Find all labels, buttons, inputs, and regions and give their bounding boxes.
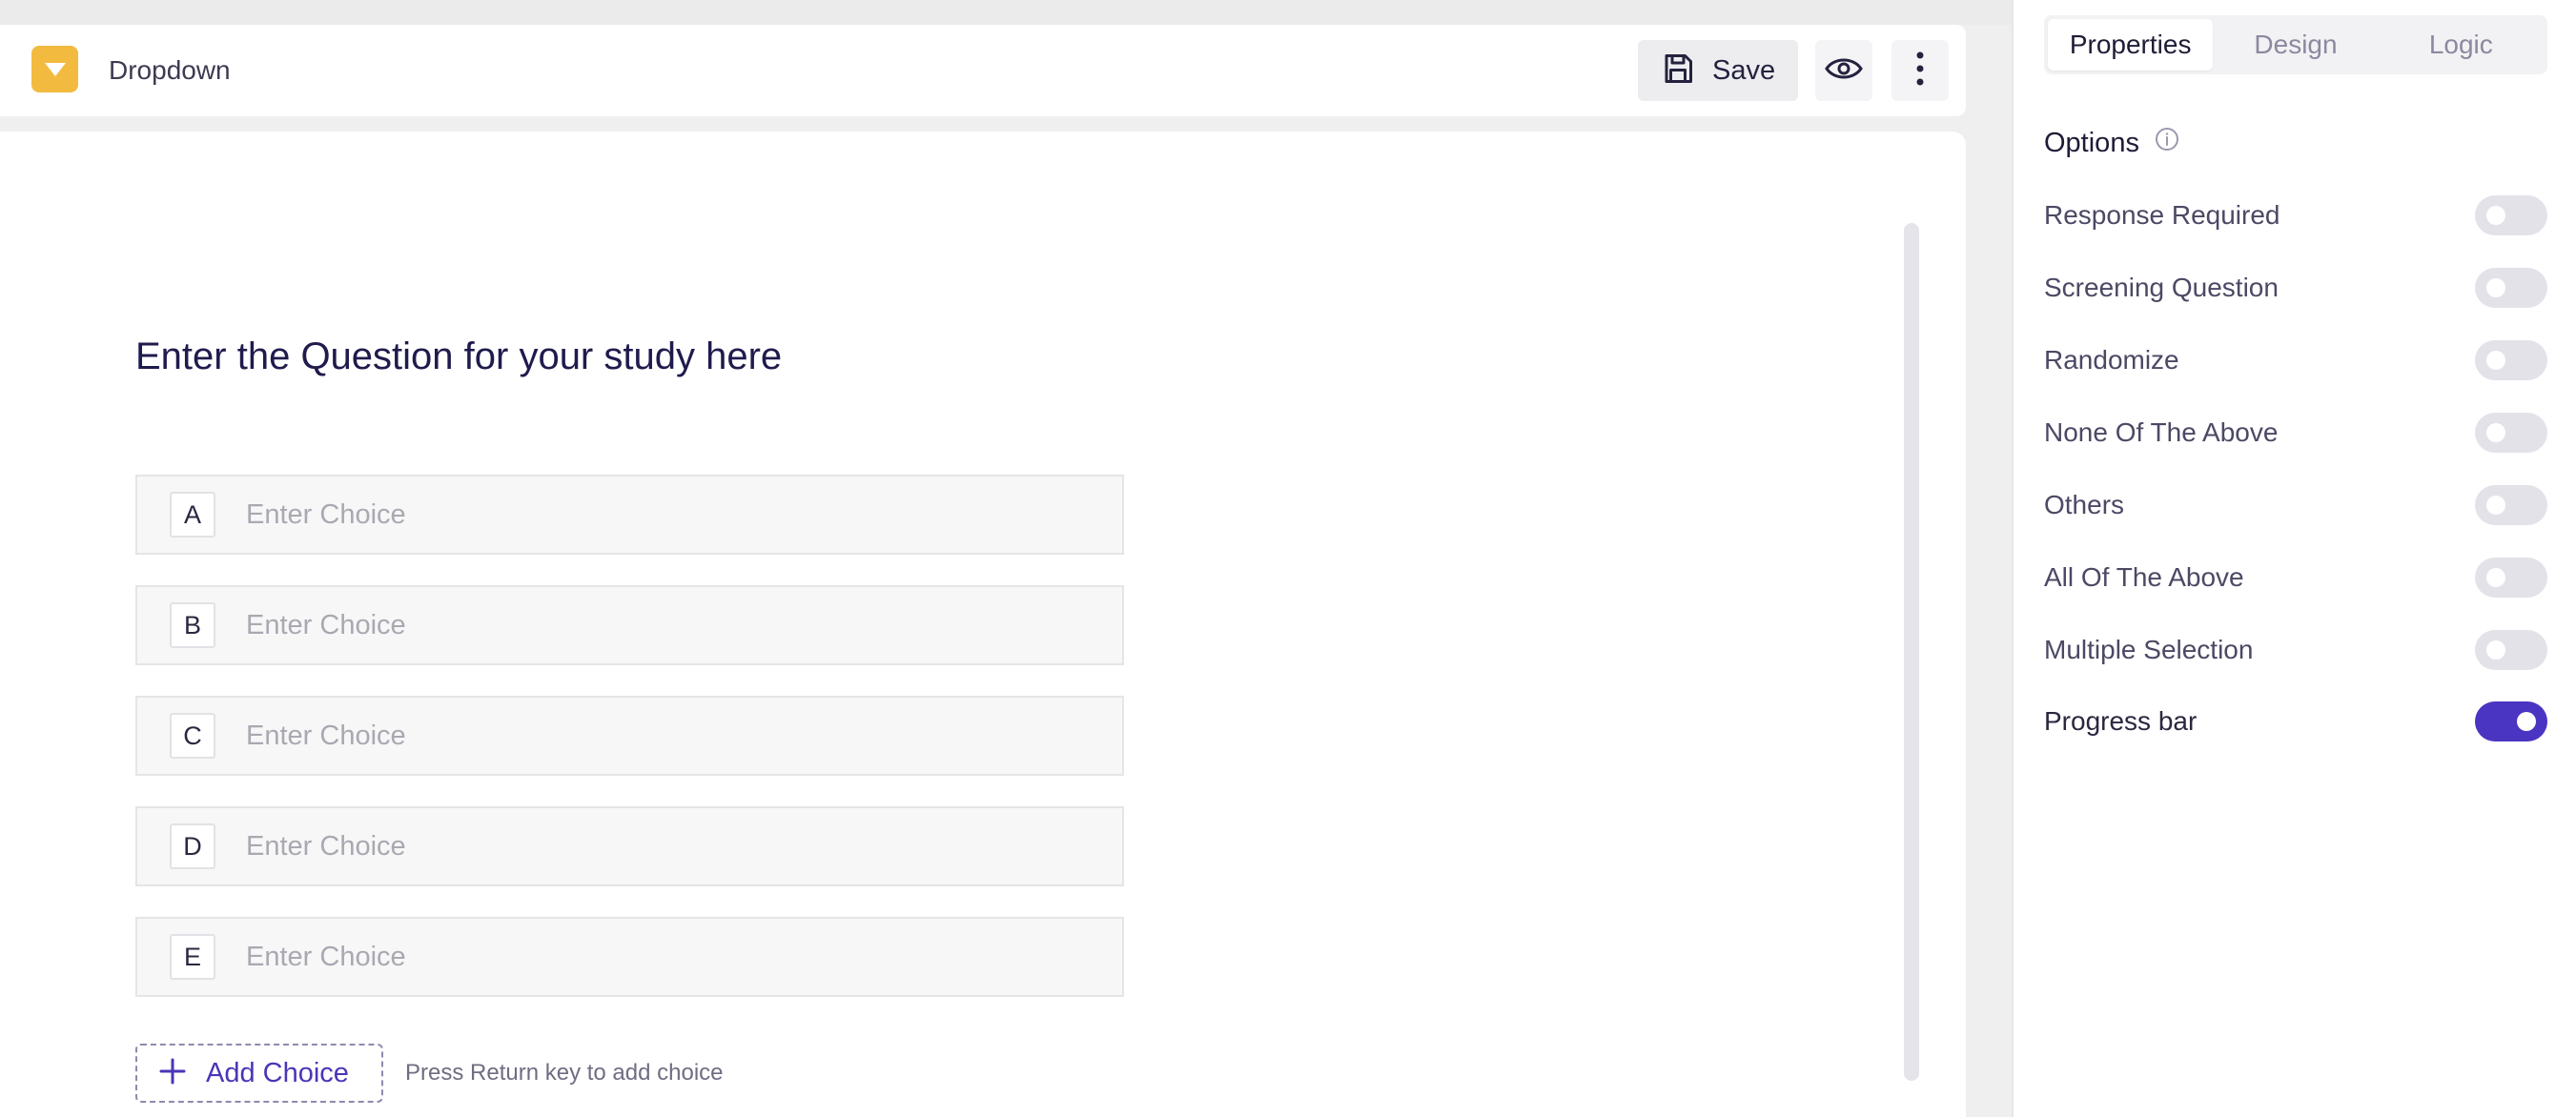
option-label: Screening Question: [2044, 273, 2279, 302]
choice-row[interactable]: C: [135, 696, 1124, 776]
option-screening-question: Screening Question: [2044, 265, 2547, 311]
add-choice-button[interactable]: Add Choice: [135, 1044, 383, 1103]
choice-input[interactable]: [246, 491, 1085, 538]
vertical-dots-icon: [1916, 51, 1924, 91]
tab-logic[interactable]: Logic: [2379, 19, 2544, 71]
option-label: Others: [2044, 490, 2125, 519]
option-label: Multiple Selection: [2044, 635, 2254, 664]
question-type-title: Dropdown: [109, 55, 231, 85]
progress-bar-toggle[interactable]: [2475, 701, 2547, 741]
option-label: Progress bar: [2044, 706, 2198, 736]
option-randomize: Randomize: [2044, 337, 2547, 383]
none-of-the-above-toggle[interactable]: [2475, 413, 2547, 453]
option-label: All Of The Above: [2044, 562, 2244, 592]
add-choice-label: Add Choice: [206, 1057, 349, 1088]
preview-button[interactable]: [1815, 40, 1872, 101]
tab-properties[interactable]: Properties: [2048, 19, 2214, 71]
choice-letter: E: [170, 934, 215, 980]
option-progress-bar: Progress bar: [2044, 699, 2547, 744]
option-multiple-selection: Multiple Selection: [2044, 627, 2547, 673]
screening-question-toggle[interactable]: [2475, 268, 2547, 308]
choice-letter: A: [170, 492, 215, 538]
question-text[interactable]: Enter the Question for your study here: [135, 334, 782, 379]
others-toggle[interactable]: [2475, 485, 2547, 525]
properties-panel: Properties Design Logic Options Response…: [2012, 0, 2576, 1117]
add-choice-hint: Press Return key to add choice: [405, 1060, 724, 1086]
top-strip: [0, 0, 2012, 25]
choice-letter: D: [170, 823, 215, 869]
choice-row[interactable]: B: [135, 585, 1124, 665]
option-label: Response Required: [2044, 200, 2280, 230]
randomize-toggle[interactable]: [2475, 340, 2547, 380]
all-of-the-above-toggle[interactable]: [2475, 558, 2547, 598]
panel-tabs: Properties Design Logic: [2044, 15, 2547, 74]
choice-input[interactable]: [246, 823, 1085, 870]
editor-workspace: Dropdown Save Enter the Question for you…: [0, 0, 2012, 1117]
option-all-of-the-above: All Of The Above: [2044, 555, 2547, 600]
save-button-label: Save: [1712, 54, 1776, 86]
choice-row[interactable]: A: [135, 475, 1124, 555]
choice-letter: B: [170, 602, 215, 648]
more-options-button[interactable]: [1891, 40, 1949, 101]
floppy-disk-icon: [1661, 51, 1695, 91]
eye-icon: [1825, 54, 1863, 88]
dropdown-triangle-icon: [31, 46, 78, 92]
option-others: Others: [2044, 482, 2547, 528]
option-label: Randomize: [2044, 345, 2179, 375]
response-required-toggle[interactable]: [2475, 195, 2547, 235]
option-none-of-the-above: None Of The Above: [2044, 410, 2547, 456]
option-label: None Of The Above: [2044, 417, 2279, 447]
multiple-selection-toggle[interactable]: [2475, 630, 2547, 670]
choice-letter: C: [170, 713, 215, 759]
tab-design[interactable]: Design: [2213, 19, 2378, 71]
question-toolbar: Dropdown Save: [0, 25, 1966, 116]
choice-input[interactable]: [246, 712, 1085, 760]
choice-row[interactable]: E: [135, 917, 1124, 997]
save-button[interactable]: Save: [1638, 40, 1798, 101]
plus-icon: [158, 1057, 187, 1090]
choice-input[interactable]: [246, 933, 1085, 981]
option-response-required: Response Required: [2044, 193, 2547, 238]
choice-input[interactable]: [246, 601, 1085, 649]
choice-row[interactable]: D: [135, 806, 1124, 886]
canvas-scrollbar[interactable]: [1904, 223, 1919, 1081]
options-heading: Options: [2044, 126, 2179, 160]
info-icon[interactable]: [2155, 126, 2179, 160]
options-title: Options: [2044, 128, 2139, 158]
